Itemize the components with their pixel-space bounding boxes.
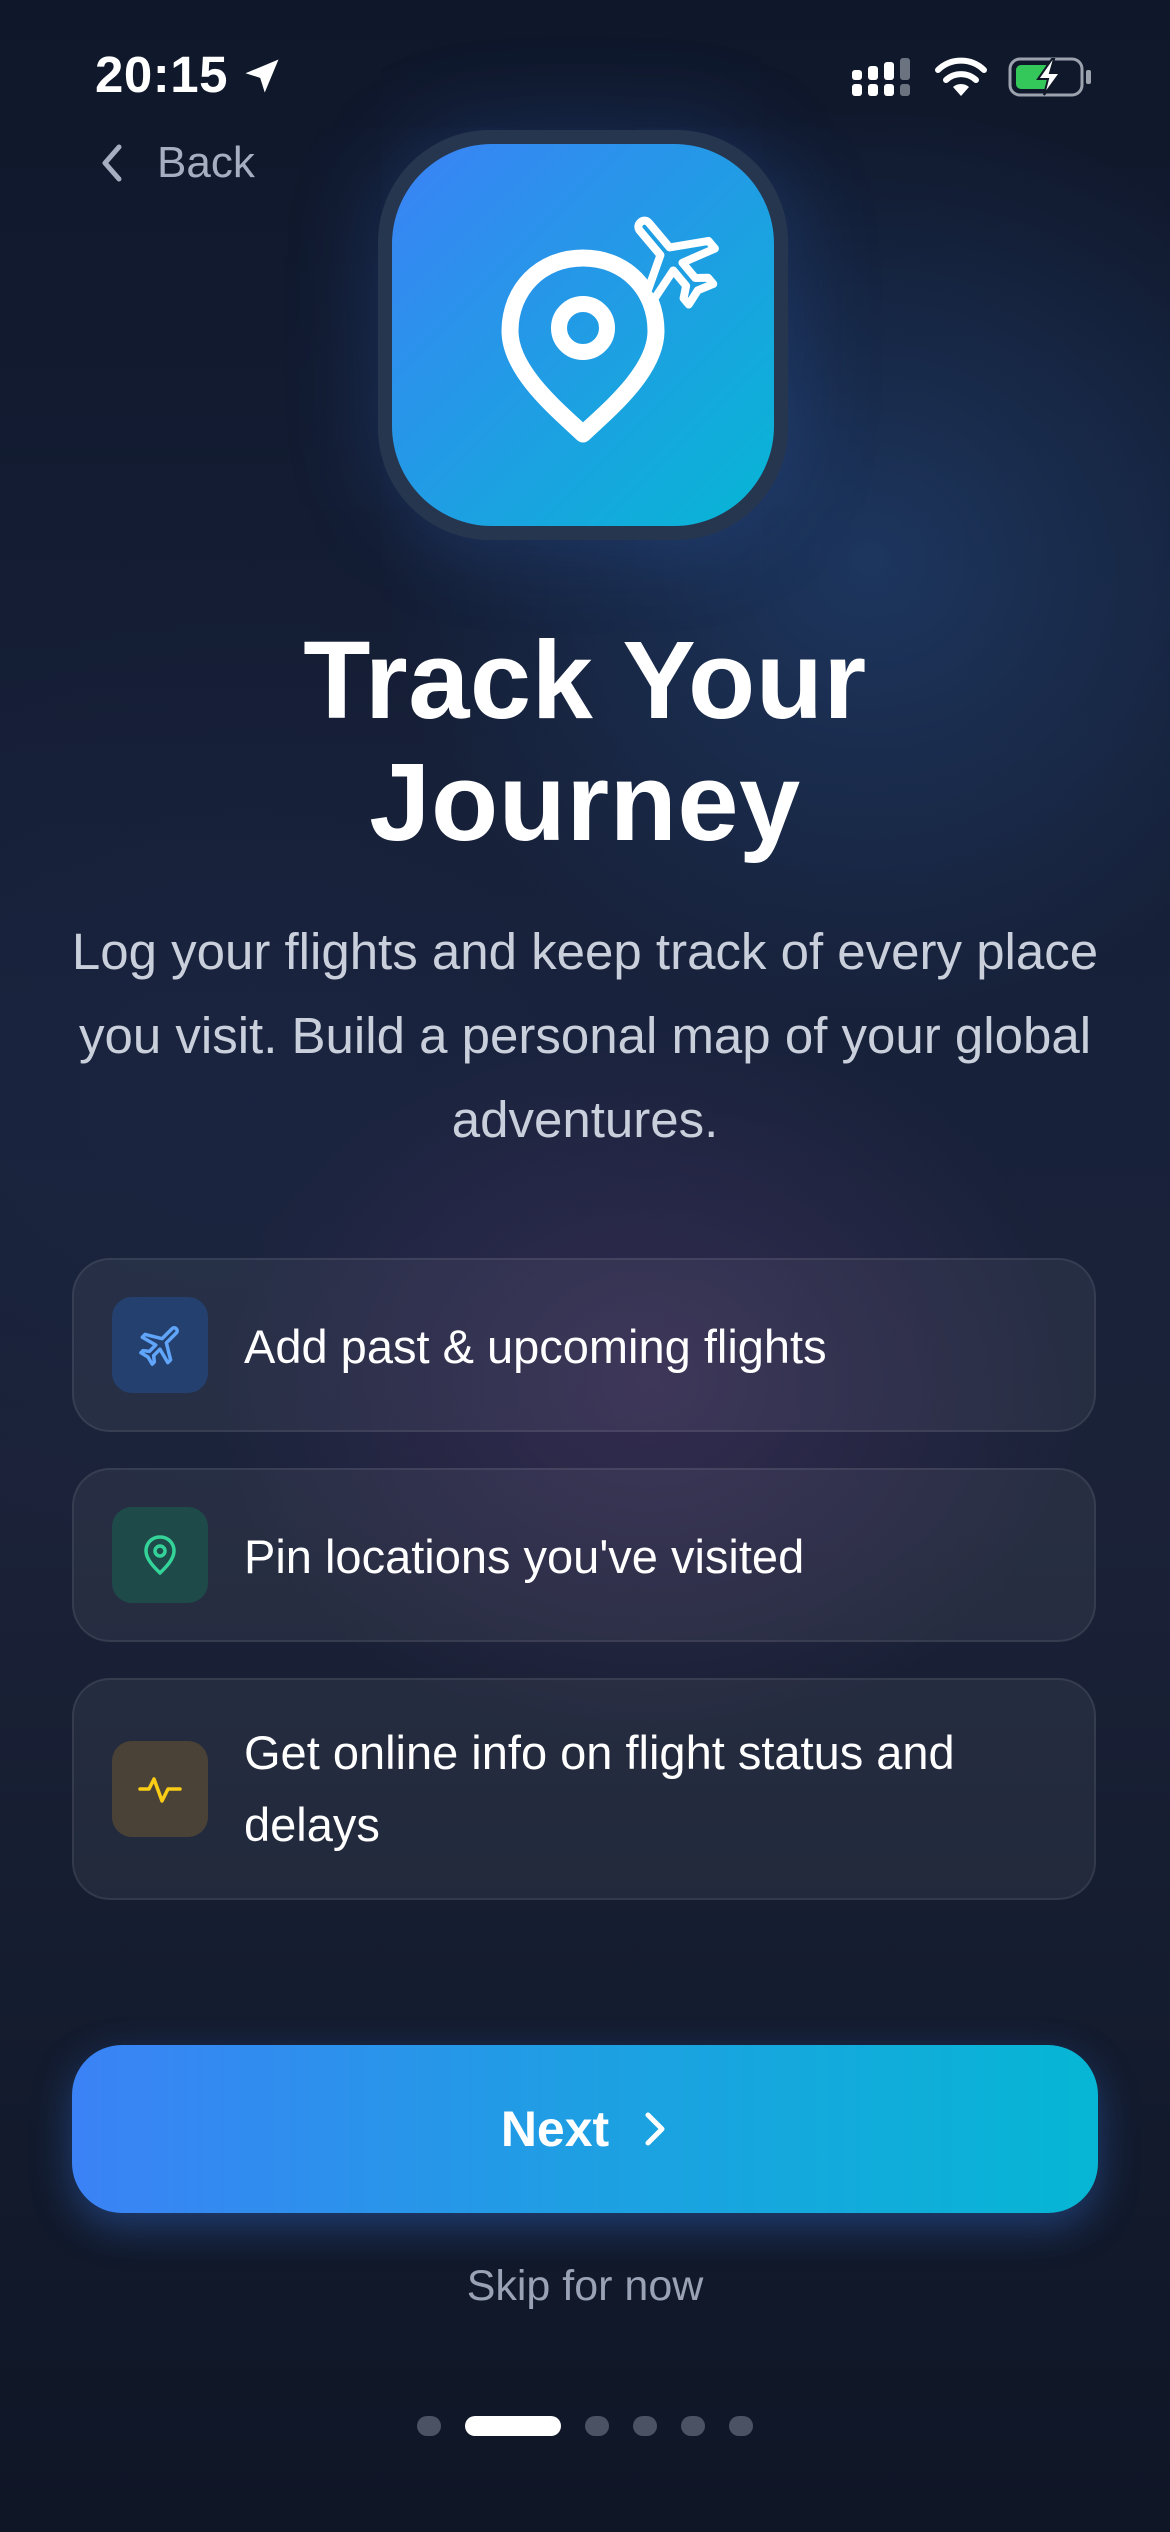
feature-icon-bg (112, 1297, 208, 1393)
location-arrow-icon (245, 59, 279, 93)
feature-label: Get online info on flight status and del… (244, 1726, 955, 1851)
skip-link[interactable]: Skip for now (0, 2262, 1170, 2311)
page-dot[interactable] (417, 2416, 441, 2436)
location-pin-airplane-icon (501, 216, 719, 443)
feature-label: Pin locations you've visited (244, 1530, 805, 1583)
signal-icon (852, 58, 910, 96)
wifi-icon (935, 57, 987, 96)
page-title: Track Your Journey (0, 620, 1170, 864)
next-label: Next (500, 2101, 610, 2157)
title-line-2: Journey (369, 741, 801, 864)
onboarding-screen: 20:15 Back Track Your Journey Log your f… (0, 0, 1170, 2532)
app-icon (392, 144, 774, 526)
page-dot[interactable] (681, 2416, 705, 2436)
feature-card-locations: Pin locations you've visited (72, 1468, 1096, 1642)
page-dot[interactable] (585, 2416, 609, 2436)
chevron-left-icon (102, 144, 122, 182)
feature-card-flights: Add past & upcoming flights (72, 1258, 1096, 1432)
status-time: 20:15 (95, 46, 228, 103)
feature-icon-bg (112, 1741, 208, 1837)
status-bar: 20:15 (0, 0, 1170, 150)
page-dot[interactable] (633, 2416, 657, 2436)
feature-icon-bg (112, 1507, 208, 1603)
feature-card-status: Get online info on flight status and del… (72, 1678, 1096, 1900)
next-button[interactable]: Next (72, 2045, 1098, 2213)
page-indicator (0, 2416, 1170, 2436)
page-dot[interactable] (729, 2416, 753, 2436)
page-dot-active[interactable] (465, 2416, 561, 2436)
activity-icon (138, 1777, 182, 1803)
airplane-icon (139, 1326, 179, 1366)
page-subtitle: Log your flights and keep track of every… (71, 923, 1099, 1148)
back-button[interactable]: Back (95, 130, 255, 196)
battery-charging-icon (1008, 57, 1091, 97)
back-label: Back (157, 138, 255, 187)
title-line-1: Track Your (303, 619, 867, 742)
map-pin-icon (144, 1535, 176, 1575)
app-icon-frame (378, 130, 788, 540)
chevron-right-icon (645, 2112, 665, 2146)
feature-label: Add past & upcoming flights (244, 1320, 827, 1373)
